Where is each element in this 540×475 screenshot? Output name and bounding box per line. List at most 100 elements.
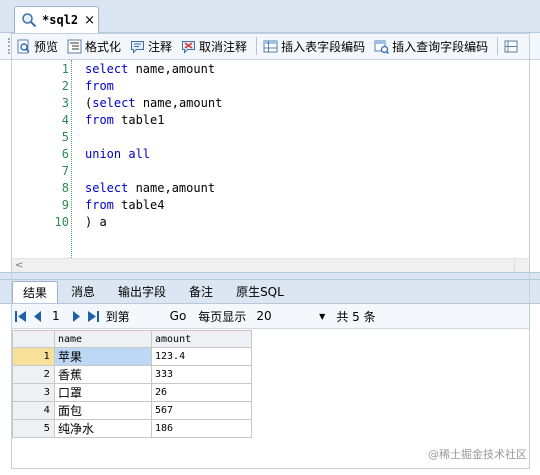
grid-header-row: name amount [12, 330, 252, 348]
uncomment-button[interactable]: 取消注释 [181, 38, 247, 55]
format-button[interactable]: 格式化 [67, 38, 121, 55]
total-count: 共 5 条 [336, 309, 376, 324]
pane-splitter[interactable] [0, 272, 540, 280]
insert-query-fields-label: 插入查询字段编码 [392, 39, 489, 54]
insert-table-fields-button[interactable]: 插入表字段编码 [263, 38, 365, 55]
prev-page-icon [34, 310, 41, 322]
cell-amount[interactable]: 26 [151, 383, 252, 402]
code-line[interactable]: 9 from table4 [12, 197, 529, 214]
next-page-button[interactable] [68, 307, 85, 325]
last-page-icon [87, 310, 99, 322]
table-row[interactable]: 4 面包 567 [12, 401, 252, 420]
line-number: 6 [61, 147, 69, 161]
code-line[interactable]: 5 [12, 129, 529, 146]
comment-button[interactable]: 注释 [130, 38, 172, 55]
line-number: 3 [61, 96, 69, 110]
tab-remarks[interactable]: 备注 [179, 281, 223, 303]
preview-label: 预览 [34, 39, 59, 54]
preview-button[interactable]: 预览 [16, 38, 58, 55]
cell-name[interactable]: 纯净水 [54, 419, 152, 438]
watermark: @稀土掘金技术社区 [428, 448, 527, 461]
code-line[interactable]: 7 [12, 163, 529, 180]
row-number-header[interactable] [12, 330, 55, 348]
editor-horizontal-scrollbar[interactable]: < [12, 258, 529, 273]
tab-output-fields[interactable]: 输出字段 [108, 281, 176, 303]
row-number[interactable]: 5 [12, 419, 55, 438]
last-page-button[interactable] [85, 307, 102, 325]
code-identifier: name,amount [128, 62, 216, 76]
prev-page-button[interactable] [29, 307, 46, 325]
tab-result[interactable]: 结果 [12, 281, 59, 303]
code-text: from table1 [85, 112, 164, 129]
sql-editor-tab[interactable]: *sql2 × [14, 6, 99, 33]
page-size-select[interactable]: 20 ▼ [252, 307, 328, 326]
code-identifier: table4 [113, 198, 165, 212]
toolbar-separator [256, 37, 258, 55]
table-fields-icon [263, 40, 278, 52]
more-toolbar-button[interactable] [504, 39, 521, 54]
code-identifier: name,amount [128, 181, 216, 195]
cell-amount[interactable]: 123.4 [151, 347, 252, 366]
sql-keyword: union all [85, 147, 151, 161]
sql-tab-title: *sql2 [42, 13, 79, 27]
sql-code-editor[interactable]: 1 select name,amount 2 from 3 (select name,am… [12, 60, 529, 258]
code-text: ) a [85, 214, 107, 231]
row-number[interactable]: 2 [12, 365, 55, 384]
tab-raw-sql[interactable]: 原生SQL [226, 281, 294, 303]
tab-messages[interactable]: 消息 [61, 281, 105, 303]
code-identifier: name,amount [135, 96, 223, 110]
go-button[interactable]: Go [170, 309, 187, 323]
row-number[interactable]: 1 [12, 347, 55, 366]
column-header-name[interactable]: name [54, 330, 152, 348]
column-header-amount[interactable]: amount [151, 330, 252, 348]
current-page: 1 [52, 309, 60, 323]
scrollbar-corner [514, 259, 529, 273]
cell-name[interactable]: 口罩 [54, 383, 152, 402]
code-line[interactable]: 1 select name,amount [12, 61, 529, 78]
cell-name[interactable]: 面包 [54, 401, 152, 420]
code-line[interactable]: 8 select name,amount [12, 180, 529, 197]
insert-query-fields-button[interactable]: 插入查询字段编码 [374, 38, 488, 55]
line-number: 2 [61, 79, 69, 93]
code-line[interactable]: 10 ) a [12, 214, 529, 231]
code-identifier: table1 [113, 113, 165, 127]
page-size-value: 20 [256, 309, 272, 323]
cell-amount[interactable]: 186 [151, 419, 252, 438]
toolbar-grip[interactable] [8, 38, 12, 54]
close-tab-icon[interactable]: × [84, 13, 95, 28]
format-label: 格式化 [85, 39, 122, 54]
cell-amount[interactable]: 333 [151, 365, 252, 384]
cell-name[interactable]: 苹果 [54, 347, 152, 366]
first-page-button[interactable] [12, 307, 29, 325]
cell-amount[interactable]: 567 [151, 401, 252, 420]
magnifier-icon [21, 12, 37, 28]
per-page-label: 每页显示 [198, 309, 247, 324]
cell-name[interactable]: 香蕉 [54, 365, 152, 384]
row-number[interactable]: 3 [12, 383, 55, 402]
code-text: select name,amount [85, 180, 215, 197]
table-row[interactable]: 3 口罩 26 [12, 383, 252, 402]
line-number: 7 [61, 164, 69, 178]
line-number: 8 [61, 181, 69, 195]
line-number: 10 [54, 215, 69, 229]
format-icon [67, 39, 82, 53]
uncomment-label: 取消注释 [199, 39, 248, 54]
code-line[interactable]: 6 union all [12, 146, 529, 163]
table-row[interactable]: 1 苹果 123.4 [12, 347, 252, 366]
next-page-icon [72, 310, 80, 322]
code-line[interactable]: 3 (select name,amount [12, 95, 529, 112]
goto-page-label: 到第 [105, 309, 130, 324]
table-row[interactable]: 5 纯净水 186 [12, 419, 252, 438]
sql-keyword: select [92, 96, 136, 110]
code-line[interactable]: 2 from [12, 78, 529, 95]
scroll-left-icon[interactable]: < [15, 259, 23, 273]
code-line[interactable]: 4 from table1 [12, 112, 529, 129]
pagination-bar: 1 到第 Go 每页显示 20 ▼ 共 5 条 [12, 304, 529, 329]
sql-keyword: from [85, 113, 114, 127]
code-identifier: ) a [85, 215, 107, 229]
result-grid: name amount 1 苹果 123.4 2 香蕉 333 3 口罩 26 4 面包 567 5 纯净… [12, 330, 252, 438]
row-number[interactable]: 4 [12, 401, 55, 420]
editor-tab-strip: *sql2 × [0, 0, 540, 33]
table-row[interactable]: 2 香蕉 333 [12, 365, 252, 384]
editor-toolbar: 预览 格式化 注释 取消注释 插入表字段编码 插入查询字段编码 [0, 33, 540, 60]
